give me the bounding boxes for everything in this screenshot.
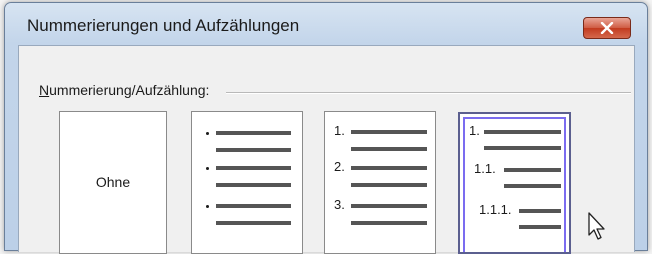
line-bar <box>351 221 427 225</box>
bullet-2 <box>206 167 209 170</box>
line-bar <box>351 166 427 170</box>
close-x-icon <box>600 22 614 34</box>
numbering-group-mnemonic: N <box>39 82 50 98</box>
line-bar <box>351 147 427 151</box>
number-marker-2: 2. <box>334 159 345 174</box>
line-bar <box>216 204 291 208</box>
dialog-title: Nummerierungen und Aufzählungen <box>27 16 300 35</box>
line-bar <box>216 148 291 152</box>
bullet-1 <box>206 132 209 135</box>
numbering-group-text: ummerierung/Aufzählung: <box>49 82 210 98</box>
mouse-pointer-icon <box>588 212 605 240</box>
line-bar <box>216 166 291 170</box>
line-bar <box>504 168 561 172</box>
close-button[interactable] <box>583 17 631 39</box>
outline-marker-1: 1. <box>469 123 480 138</box>
style-tile-numbers[interactable]: 1. 2. 3. <box>324 111 436 254</box>
line-bar <box>484 146 561 150</box>
line-bar <box>351 204 427 208</box>
style-tile-outline-selected[interactable]: 1. 1.1. 1.1.1. <box>458 112 571 254</box>
line-bar <box>216 183 291 187</box>
outline-marker-3: 1.1.1. <box>479 202 512 217</box>
title-bar[interactable]: Nummerierungen und Aufzählungen <box>5 3 647 45</box>
numbering-group-label: Nummerierung/Aufzählung: <box>39 82 209 98</box>
number-marker-3: 3. <box>334 197 345 212</box>
line-bar <box>216 131 291 135</box>
style-tile-none[interactable]: Ohne <box>59 111 167 254</box>
number-marker-1: 1. <box>334 123 345 138</box>
group-separator <box>226 92 631 94</box>
outline-marker-2: 1.1. <box>474 161 496 176</box>
line-bar <box>216 221 291 225</box>
style-none-label: Ohne <box>95 174 131 190</box>
bullet-3 <box>206 205 209 208</box>
style-tile-bullets[interactable] <box>191 111 303 254</box>
line-bar <box>519 225 561 229</box>
line-bar <box>484 130 561 134</box>
line-bar <box>519 209 561 213</box>
dialog-window: Nummerierungen und Aufzählungen Nummerie… <box>4 2 648 254</box>
line-bar <box>504 184 561 188</box>
line-bar <box>351 183 427 187</box>
line-bar <box>351 130 427 134</box>
